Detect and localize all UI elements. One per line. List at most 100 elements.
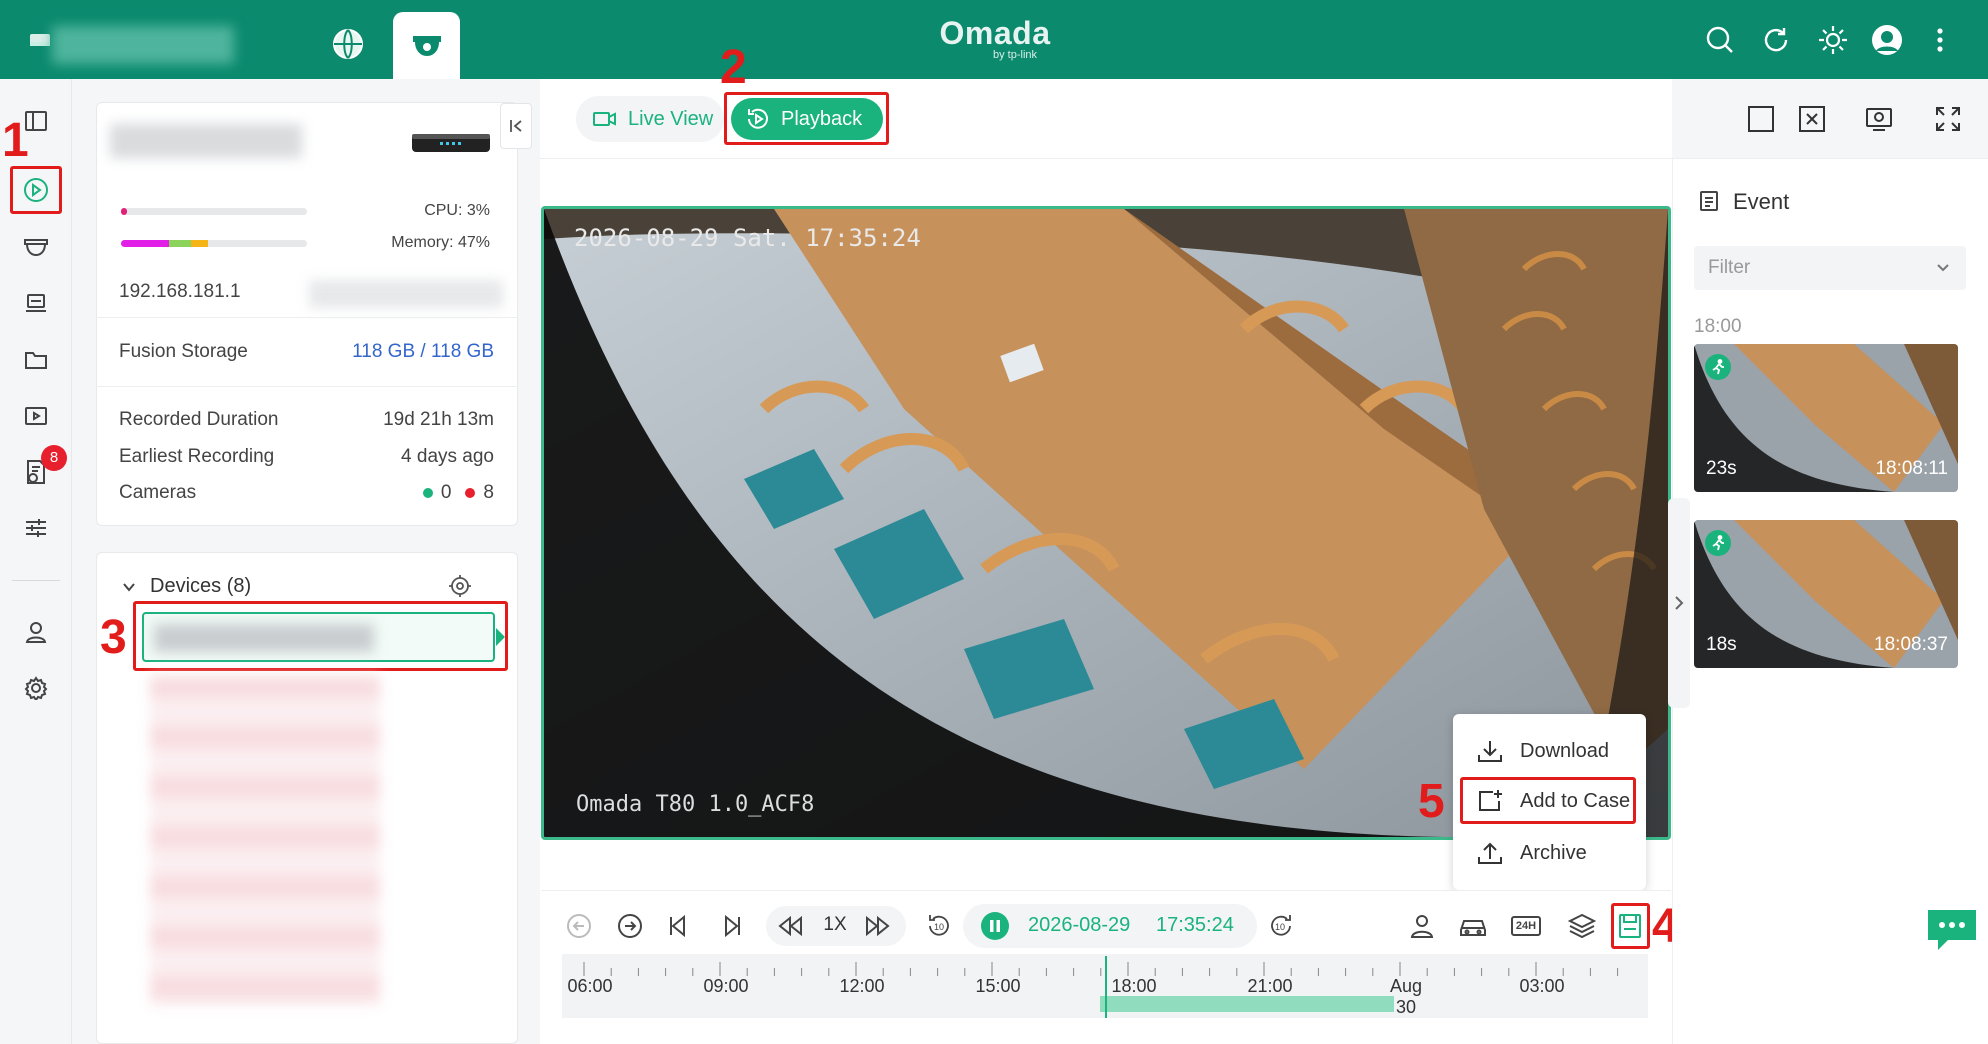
camera-nav-icon[interactable]: [18, 230, 54, 266]
motion-person-icon: [1705, 530, 1731, 556]
online-dot: [422, 488, 433, 498]
osd-timestamp: 2026-08-29 Sat. 17:35:24: [574, 224, 921, 252]
person-filter-icon[interactable]: [1404, 908, 1440, 944]
memory-label: Memory: 47%: [391, 234, 490, 251]
event-time: 18:08:11: [1875, 458, 1948, 479]
earliest-recording-value: 4 days ago: [401, 446, 494, 467]
memory-bar-track: [121, 240, 307, 247]
playback-nav-icon[interactable]: [18, 172, 54, 208]
step-5-label: 5: [1418, 775, 1445, 828]
menu-item-archive-label: Archive: [1520, 841, 1587, 864]
snapshot-screen-icon[interactable]: [1864, 104, 1894, 134]
download-icon: [1470, 739, 1510, 763]
playback-time: 17:35:24: [1156, 914, 1234, 936]
cpu-bar-track: [121, 208, 307, 215]
gear-icon[interactable]: [18, 670, 54, 706]
more-menu-icon[interactable]: [1922, 22, 1958, 58]
pause-button[interactable]: [981, 912, 1009, 940]
refresh-icon[interactable]: [1758, 22, 1794, 58]
nvr-name-redacted: [110, 124, 302, 158]
step-3-label: 3: [100, 611, 127, 664]
cameras-online-count: 0: [440, 482, 452, 503]
close-all-icon[interactable]: [1797, 104, 1827, 134]
timeline-playhead[interactable]: [1105, 956, 1107, 1018]
24h-label: 24H: [1510, 916, 1542, 936]
rewind-10-label: 10: [934, 922, 944, 932]
vehicle-filter-icon[interactable]: [1455, 908, 1491, 944]
menu-item-download[interactable]: Download: [1458, 726, 1640, 776]
nvr-tab-active[interactable]: [393, 12, 460, 79]
timeline-label: 18:00: [1111, 976, 1157, 996]
step-1-label: 1: [2, 114, 29, 167]
brightness-icon[interactable]: [1815, 22, 1851, 58]
event-panel-expand-handle[interactable]: [1668, 498, 1690, 708]
add-to-case-icon: [1470, 789, 1510, 813]
site-icon[interactable]: [28, 32, 52, 48]
menu-item-archive[interactable]: Archive: [1458, 828, 1640, 878]
event-title: Event: [1733, 189, 1790, 214]
timeline-label: 09:00: [703, 976, 749, 996]
memory-bar-fill: [121, 240, 209, 247]
search-icon[interactable]: [1702, 22, 1738, 58]
nvr-device-image: [410, 128, 492, 156]
single-layout-icon[interactable]: [1746, 104, 1776, 134]
tab-playback[interactable]: Playback: [731, 98, 883, 140]
24h-toggle[interactable]: 24H: [1508, 908, 1544, 944]
forward-10-icon[interactable]: 10: [1263, 908, 1299, 944]
devices-title: Devices (8): [150, 575, 252, 597]
globe-icon[interactable]: [330, 26, 366, 62]
motion-person-icon: [1705, 354, 1731, 380]
speed-up-icon[interactable]: [860, 908, 896, 944]
cameras-label: Cameras: [119, 482, 197, 503]
notification-badge: 8: [41, 445, 67, 471]
divider: [96, 317, 518, 318]
cpu-label: CPU: 3%: [424, 202, 490, 219]
event-time: 18:08:37: [1874, 634, 1948, 655]
event-filter-placeholder: Filter: [1708, 257, 1751, 278]
event-hour-label: 18:00: [1694, 316, 1742, 337]
rewind-10-icon[interactable]: 10: [921, 908, 957, 944]
prev-disabled-icon[interactable]: [561, 908, 597, 944]
folder-nav-icon[interactable]: [18, 342, 54, 378]
chevron-down-icon[interactable]: [120, 578, 138, 596]
collapse-panel-button[interactable]: [500, 103, 532, 149]
timeline-label: 06:00: [567, 976, 613, 996]
playback-date: 2026-08-29: [1028, 914, 1131, 936]
timeline-label: 21:00: [1247, 976, 1293, 996]
tab-live-view-label: Live View: [628, 107, 714, 130]
archive-upload-icon: [1470, 841, 1510, 865]
device-list-redacted[interactable]: [150, 676, 380, 1006]
save-clip-icon[interactable]: [1612, 908, 1648, 944]
step-2-label: 2: [720, 41, 747, 94]
video-list-nav-icon[interactable]: [18, 398, 54, 434]
avatar[interactable]: [1869, 22, 1905, 58]
settings-sliders-nav-icon[interactable]: [18, 510, 54, 546]
frame-forward-icon[interactable]: [713, 908, 749, 944]
menu-item-add-to-case[interactable]: Add to Case: [1458, 776, 1640, 826]
storage-label: Fusion Storage: [119, 341, 248, 362]
recorded-segment: [1100, 996, 1394, 1012]
earliest-recording-label: Earliest Recording: [119, 446, 275, 467]
nvr-nav-icon[interactable]: [18, 286, 54, 322]
recorded-duration-label: Recorded Duration: [119, 409, 279, 430]
next-icon[interactable]: [612, 908, 648, 944]
user-nav-icon[interactable]: [18, 614, 54, 650]
chat-support-button[interactable]: [1926, 906, 1978, 954]
locate-icon[interactable]: [448, 574, 472, 598]
frame-back-icon[interactable]: [661, 908, 697, 944]
slow-down-icon[interactable]: [772, 908, 808, 944]
forward-10-label: 10: [1275, 922, 1285, 932]
storage-value-link[interactable]: 118 GB / 118 GB: [300, 341, 494, 363]
brand-subtitle: by tp-link: [992, 49, 1038, 61]
layers-icon[interactable]: [1564, 908, 1600, 944]
site-name-redacted[interactable]: [52, 26, 234, 64]
menu-item-add-to-case-label: Add to Case: [1520, 789, 1631, 812]
fullscreen-icon[interactable]: [1933, 104, 1963, 134]
cpu-bar-fill: [121, 208, 127, 215]
event-list-icon: [1698, 190, 1720, 212]
tab-live-view[interactable]: Live View: [576, 96, 724, 142]
menu-item-download-label: Download: [1520, 739, 1609, 762]
device-name-redacted: [154, 624, 374, 652]
speed-value: 1X: [823, 914, 847, 935]
event-filter-select[interactable]: Filter: [1694, 246, 1966, 290]
